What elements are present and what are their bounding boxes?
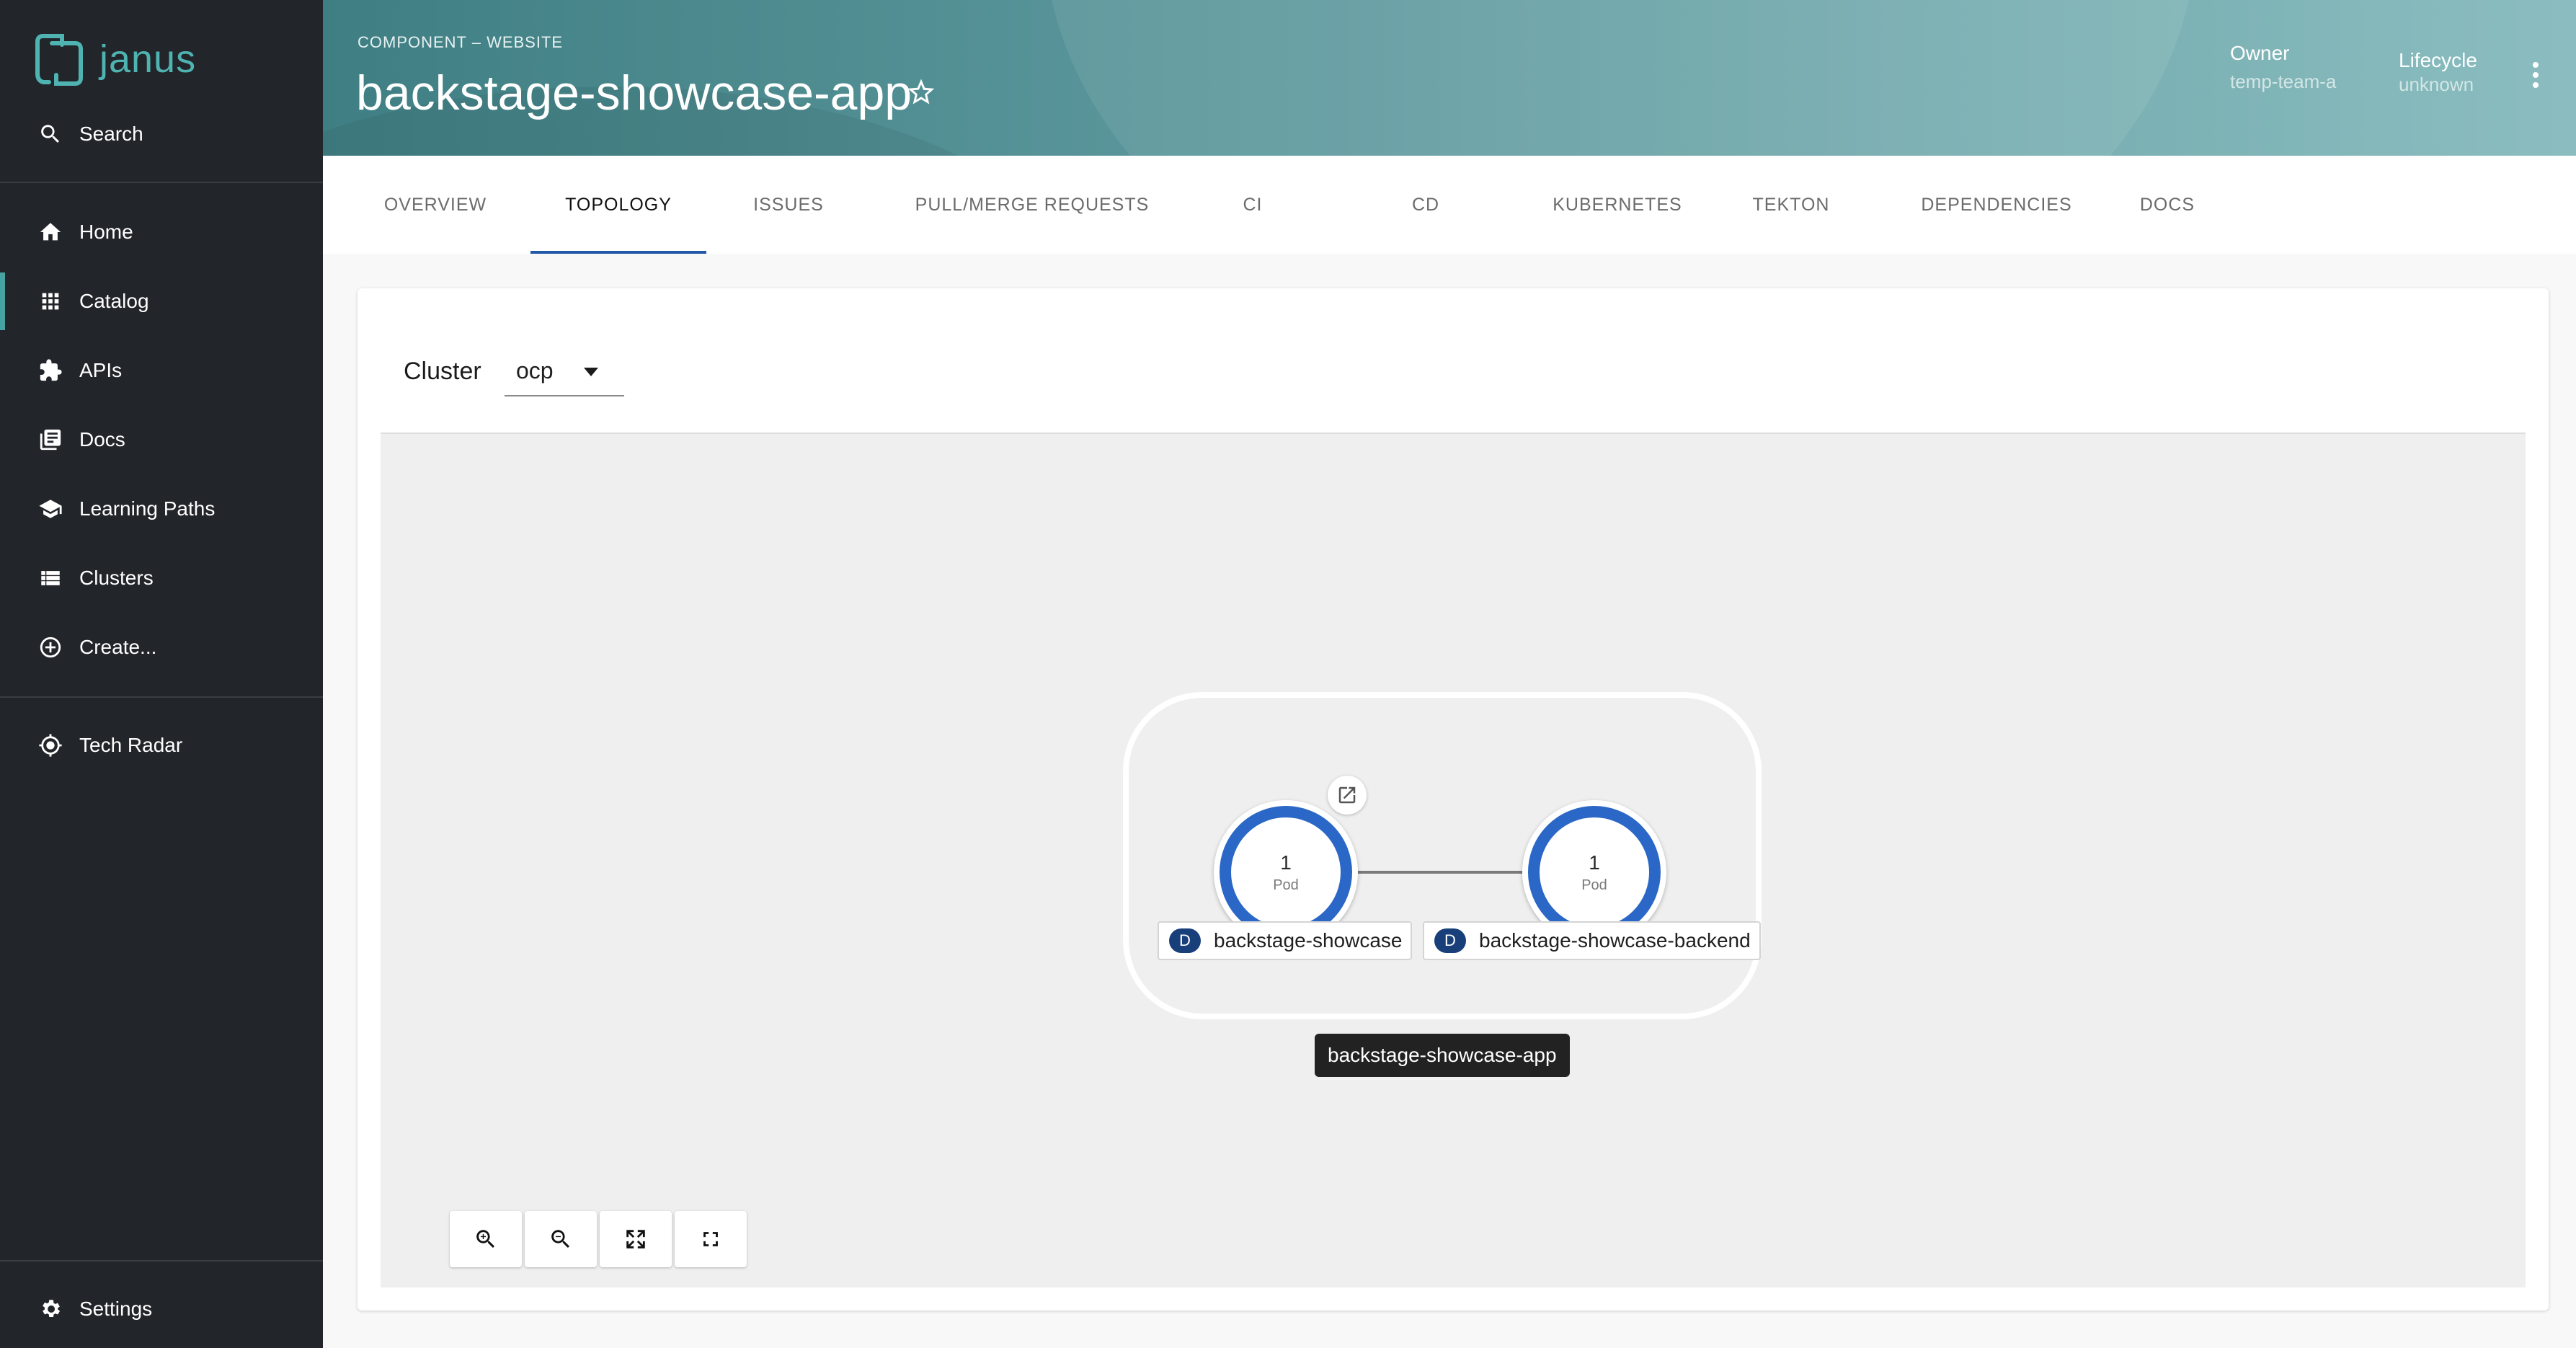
tab-dependencies[interactable]: DEPENDENCIES (1903, 156, 2090, 254)
pod-ring: 1 Pod (1220, 806, 1352, 939)
node-label-text: backstage-showcase (1214, 929, 1403, 952)
sidebar-item-docs[interactable]: Docs (0, 411, 323, 469)
sidebar-item-learning-paths[interactable]: Learning Paths (0, 480, 323, 538)
pod-count: 1 (1589, 851, 1600, 874)
add-circle-icon (37, 634, 63, 660)
tab-issues[interactable]: ISSUES (727, 156, 850, 254)
list-icon (37, 565, 63, 591)
lifecycle-value: unknown (2399, 74, 2474, 95)
logo-text: janus (99, 37, 197, 81)
sidebar-item-label: Catalog (79, 290, 149, 312)
star-icon[interactable] (905, 76, 937, 108)
tab-pull-merge-requests[interactable]: PULL/MERGE REQUESTS (895, 156, 1169, 254)
tab-overview[interactable]: OVERVIEW (368, 156, 503, 254)
deployment-badge: D (1169, 928, 1201, 953)
sidebar-item-label: Learning Paths (79, 497, 216, 520)
fit-to-screen-button[interactable] (600, 1211, 672, 1267)
sidebar-item-label: Settings (79, 1298, 153, 1320)
puzzle-icon (37, 358, 63, 383)
sidebar-item-clusters[interactable]: Clusters (0, 549, 323, 607)
entity-kind: COMPONENT – WEBSITE (357, 33, 564, 51)
sidebar-item-label: Create... (79, 636, 157, 658)
grid-icon (37, 288, 63, 314)
tab-docs[interactable]: DOCS (2113, 156, 2221, 254)
sidebar-item-settings[interactable]: Settings (0, 1280, 323, 1338)
node-label[interactable]: D backstage-showcase (1158, 921, 1413, 960)
owner-meta: Owner temp-team-a (2230, 42, 2336, 93)
sidebar-item-label: Docs (79, 428, 125, 451)
tab-tekton[interactable]: TEKTON (1730, 156, 1852, 254)
sidebar-item-label: Tech Radar (79, 734, 183, 756)
expand-arrows-icon (626, 1230, 645, 1249)
lifecycle-label: Lifecycle (2399, 49, 2477, 71)
pod-unit: Pod (1581, 877, 1607, 893)
owner-label: Owner (2230, 42, 2290, 64)
cluster-select[interactable]: ocp (505, 346, 624, 396)
node-label-text: backstage-showcase-backend (1479, 929, 1751, 952)
lifecycle-meta: Lifecycle unknown (2399, 49, 2477, 96)
zoom-out-button[interactable] (525, 1211, 597, 1267)
zoom-out-icon (551, 1230, 570, 1249)
topology-card: Cluster ocp 1 Pod 1 Pod D backstage-show… (357, 288, 2549, 1311)
zoom-in-icon (476, 1230, 495, 1249)
sidebar-search-label: Search (79, 123, 143, 145)
search-icon (37, 121, 63, 147)
tab-kubernetes[interactable]: KUBERNETES (1538, 156, 1697, 254)
school-icon (37, 496, 63, 522)
chevron-down-icon (584, 368, 598, 376)
tab-cd[interactable]: CD (1378, 156, 1473, 254)
deployment-badge: D (1434, 928, 1466, 953)
sidebar-item-catalog[interactable]: Catalog (0, 272, 323, 330)
sidebar-item-apis[interactable]: APIs (0, 342, 323, 399)
sidebar-search[interactable]: Search (0, 105, 323, 163)
sidebar-divider (0, 182, 323, 183)
entity-header: COMPONENT – WEBSITE backstage-showcase-a… (323, 0, 2576, 156)
fullscreen-icon (703, 1232, 718, 1246)
sidebar-item-home[interactable]: Home (0, 203, 323, 261)
open-url-icon[interactable] (1328, 776, 1367, 815)
page-title: backstage-showcase-app (356, 66, 912, 120)
janus-logo[interactable]: janus (33, 30, 196, 88)
tab-ci[interactable]: CI (1205, 156, 1300, 254)
topology-canvas[interactable]: 1 Pod 1 Pod D backstage-showcase D backs… (381, 433, 2526, 1287)
radar-icon (37, 732, 63, 758)
sidebar-item-tech-radar[interactable]: Tech Radar (0, 717, 323, 774)
header-decoration (1044, 0, 2197, 156)
janus-logo-icon (35, 34, 83, 86)
cluster-label: Cluster (404, 358, 481, 385)
pod-ring: 1 Pod (1528, 806, 1661, 939)
entity-tabs: OVERVIEW TOPOLOGY ISSUES PULL/MERGE REQU… (323, 156, 2576, 254)
tab-topology[interactable]: TOPOLOGY (530, 156, 706, 254)
sidebar-divider (0, 1260, 323, 1261)
sidebar-item-label: Home (79, 221, 133, 243)
application-group-label[interactable]: backstage-showcase-app (1315, 1034, 1570, 1077)
more-options-icon[interactable] (2528, 62, 2543, 94)
node-label[interactable]: D backstage-showcase-backend (1423, 921, 1761, 960)
home-icon (37, 219, 63, 245)
docs-icon (37, 427, 63, 453)
cluster-select-value: ocp (516, 357, 554, 383)
owner-value[interactable]: temp-team-a (2230, 71, 2336, 93)
sidebar: janus Search Home Catalog APIs Docs Lear… (0, 0, 323, 1348)
sidebar-divider (0, 696, 323, 698)
sidebar-item-label: APIs (79, 359, 123, 381)
pod-count: 1 (1280, 851, 1292, 874)
reset-view-button[interactable] (675, 1211, 747, 1267)
sidebar-item-create[interactable]: Create... (0, 618, 323, 676)
pod-unit: Pod (1273, 877, 1299, 893)
sidebar-item-label: Clusters (79, 567, 154, 589)
gear-icon (37, 1296, 63, 1322)
zoom-in-button[interactable] (450, 1211, 522, 1267)
